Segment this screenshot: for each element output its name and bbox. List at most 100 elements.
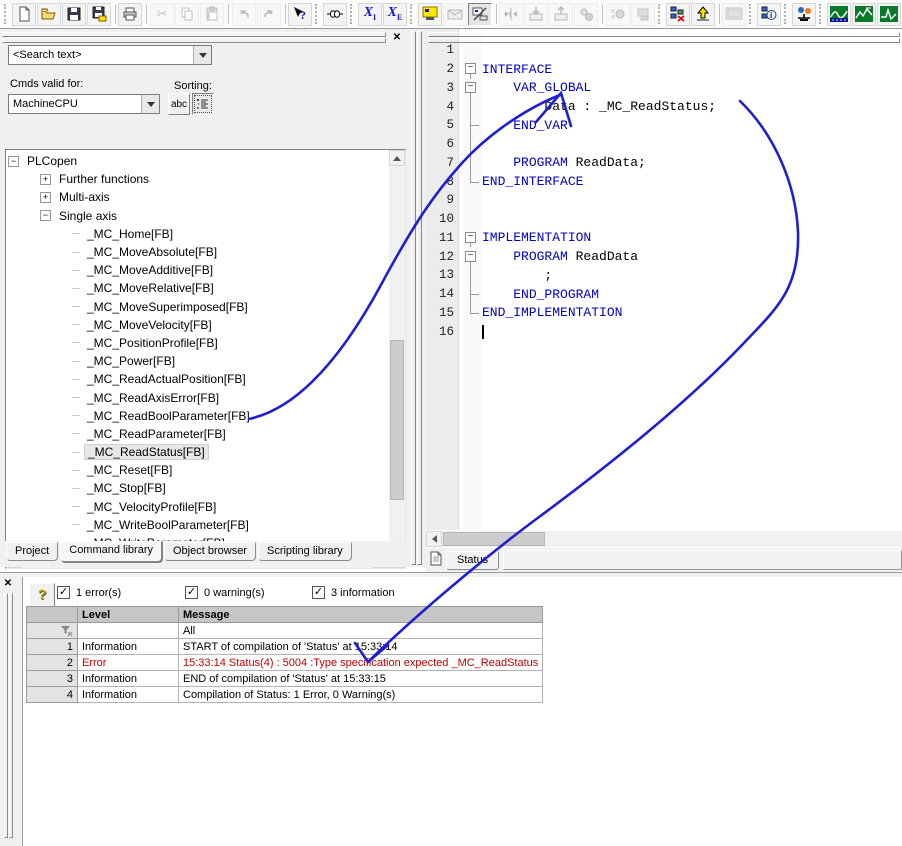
table-row[interactable]: 3 Information END of compilation of 'Sta…	[27, 671, 543, 687]
assign-target-icon[interactable]	[631, 3, 655, 26]
panel-grab-handle[interactable]	[2, 32, 386, 39]
close-panel-icon[interactable]: ✕	[391, 32, 403, 44]
toolbar-grip[interactable]	[819, 4, 824, 24]
tab-scripting-library[interactable]: Scripting library	[258, 542, 352, 561]
upload-target-icon[interactable]	[549, 3, 573, 26]
tab-object-browser[interactable]: Object browser	[164, 542, 256, 561]
commissioning-icon[interactable]	[792, 3, 816, 26]
device-combo-dropdown-icon[interactable]	[141, 95, 159, 113]
code-lines[interactable]: 1 2INTERFACE 3 VAR_GLOBAL 4 Data : _MC_R…	[426, 41, 902, 341]
toolbar-grip[interactable]	[658, 4, 663, 24]
cut-icon[interactable]: ✂	[150, 3, 174, 26]
toolbar-grip[interactable]	[4, 4, 9, 24]
warnings-checkbox[interactable]: ✓	[185, 586, 198, 599]
close-output-icon[interactable]: ✕	[2, 578, 14, 590]
tree-vertical-scrollbar[interactable]	[389, 150, 405, 568]
tree-node-plcopen[interactable]: − PLCopen	[8, 152, 389, 170]
filter-row[interactable]: All	[27, 623, 543, 639]
download-target-icon[interactable]	[524, 3, 548, 26]
tab-status[interactable]: Status	[446, 551, 499, 570]
tree-leaf[interactable]: _MC_MoveAdditive[FB]	[8, 261, 389, 279]
toolbar-grip[interactable]	[350, 4, 355, 24]
tab-command-library[interactable]: Command library	[60, 541, 162, 562]
help-button[interactable]: ?	[29, 583, 55, 607]
redo-icon[interactable]	[257, 3, 281, 26]
filter-errors[interactable]: ✓ 1 error(s)	[57, 586, 121, 599]
tree-leaf[interactable]: _MC_MoveVelocity[FB]	[8, 316, 389, 334]
context-help-icon[interactable]: ?	[288, 3, 312, 26]
mailbox-icon[interactable]	[443, 3, 467, 26]
table-row-error[interactable]: 2 Error 15:33:14 Status(4) : 5004 :Type …	[27, 655, 543, 671]
tree-leaf[interactable]: _MC_Power[FB]	[8, 352, 389, 370]
filter-level-cell[interactable]	[78, 623, 179, 639]
tab-project[interactable]: Project	[6, 542, 58, 561]
scroll-left-icon[interactable]	[426, 531, 442, 547]
sort-list-button[interactable]	[192, 93, 214, 115]
tree-leaf[interactable]: _MC_Reset[FB]	[8, 461, 389, 479]
fold-collapse-icon[interactable]	[460, 60, 482, 79]
toolbar-grip[interactable]	[784, 4, 789, 24]
new-document-icon[interactable]	[12, 3, 36, 26]
tree-node-further-functions[interactable]: + Further functions	[8, 170, 389, 188]
editor-grab-handle[interactable]	[428, 32, 900, 39]
tree-leaf[interactable]: _MC_ReadBoolParameter[FB]	[8, 407, 389, 425]
load-to-target-icon[interactable]	[691, 3, 715, 26]
tree-leaf[interactable]: _MC_Home[FB]	[8, 225, 389, 243]
network-info-icon[interactable]: i	[757, 3, 781, 26]
connect-target-icon[interactable]	[499, 3, 523, 26]
device-combo[interactable]: MachineCPU	[8, 94, 160, 114]
tree-leaf[interactable]: _MC_Stop[FB]	[8, 479, 389, 497]
tree-leaf[interactable]: _MC_WriteBoolParameter[FB]	[8, 516, 389, 534]
scrollbar-thumb[interactable]	[390, 340, 404, 500]
open-project-icon[interactable]	[37, 3, 61, 26]
collapse-icon[interactable]: −	[40, 210, 51, 221]
tree-leaf[interactable]: _MC_VelocityProfile[FB]	[8, 498, 389, 516]
information-checkbox[interactable]: ✓	[312, 586, 325, 599]
insert-connection-icon[interactable]	[323, 3, 347, 26]
compile-check-network-icon[interactable]	[666, 3, 690, 26]
filter-cell[interactable]	[27, 623, 78, 639]
search-combo[interactable]: <Search text>	[8, 45, 212, 65]
tree-leaf[interactable]: _MC_PositionProfile[FB]	[8, 334, 389, 352]
fold-collapse-icon[interactable]	[460, 229, 482, 248]
filter-information[interactable]: ✓ 3 information	[312, 586, 395, 599]
tree-leaf[interactable]: _MC_ReadActualPosition[FB]	[8, 370, 389, 388]
monitor-screen-icon[interactable]	[722, 3, 746, 26]
collapse-icon[interactable]: −	[8, 156, 19, 167]
expand-icon[interactable]: +	[40, 174, 51, 185]
tree-leaf[interactable]: _MC_ReadParameter[FB]	[8, 425, 389, 443]
filter-message-cell[interactable]: All	[179, 623, 543, 639]
tree-leaf-selected[interactable]: _MC_ReadStatus[FB]	[8, 443, 389, 461]
variable-xe-icon[interactable]: XE	[383, 3, 407, 26]
st-code-editor[interactable]: 1 2INTERFACE 3 VAR_GLOBAL 4 Data : _MC_R…	[426, 29, 902, 530]
save-compile-icon[interactable]	[87, 3, 111, 26]
tree-node-single-axis[interactable]: − Single axis	[8, 207, 389, 225]
errors-checkbox[interactable]: ✓	[57, 586, 70, 599]
trace-2-icon[interactable]	[852, 3, 876, 26]
tree-leaf[interactable]: _MC_ReadAxisError[FB]	[8, 388, 389, 406]
panel-splitter[interactable]	[408, 29, 426, 567]
scrollbar-thumb[interactable]	[443, 532, 545, 546]
toolbar-grip[interactable]	[315, 4, 320, 24]
output-grab-handle[interactable]	[4, 593, 12, 838]
expand-icon[interactable]: +	[40, 192, 51, 203]
tree-leaf[interactable]: _MC_MoveAbsolute[FB]	[8, 243, 389, 261]
toolbar-grip[interactable]	[410, 4, 415, 24]
target-system-offline-icon[interactable]	[468, 3, 492, 26]
undo-icon[interactable]	[232, 3, 256, 26]
target-system-yellow-icon[interactable]	[418, 3, 442, 26]
trace-3-icon[interactable]	[877, 3, 901, 26]
copy-icon[interactable]	[175, 3, 199, 26]
fold-collapse-icon[interactable]	[460, 247, 482, 266]
filter-warnings[interactable]: ✓ 0 warning(s)	[185, 586, 265, 599]
toolbar-grip[interactable]	[749, 4, 754, 24]
editor-horizontal-scrollbar[interactable]	[426, 531, 902, 547]
device-run-icon[interactable]	[574, 3, 598, 26]
sort-alphabetical-button[interactable]: abc	[168, 93, 190, 115]
tree-leaf[interactable]: _MC_MoveSuperimposed[FB]	[8, 298, 389, 316]
save-icon[interactable]	[62, 3, 86, 26]
trace-1-icon[interactable]	[827, 3, 851, 26]
print-icon[interactable]	[118, 3, 142, 26]
scroll-up-icon[interactable]	[389, 150, 405, 166]
tree-leaf[interactable]: _MC_MoveRelative[FB]	[8, 279, 389, 297]
